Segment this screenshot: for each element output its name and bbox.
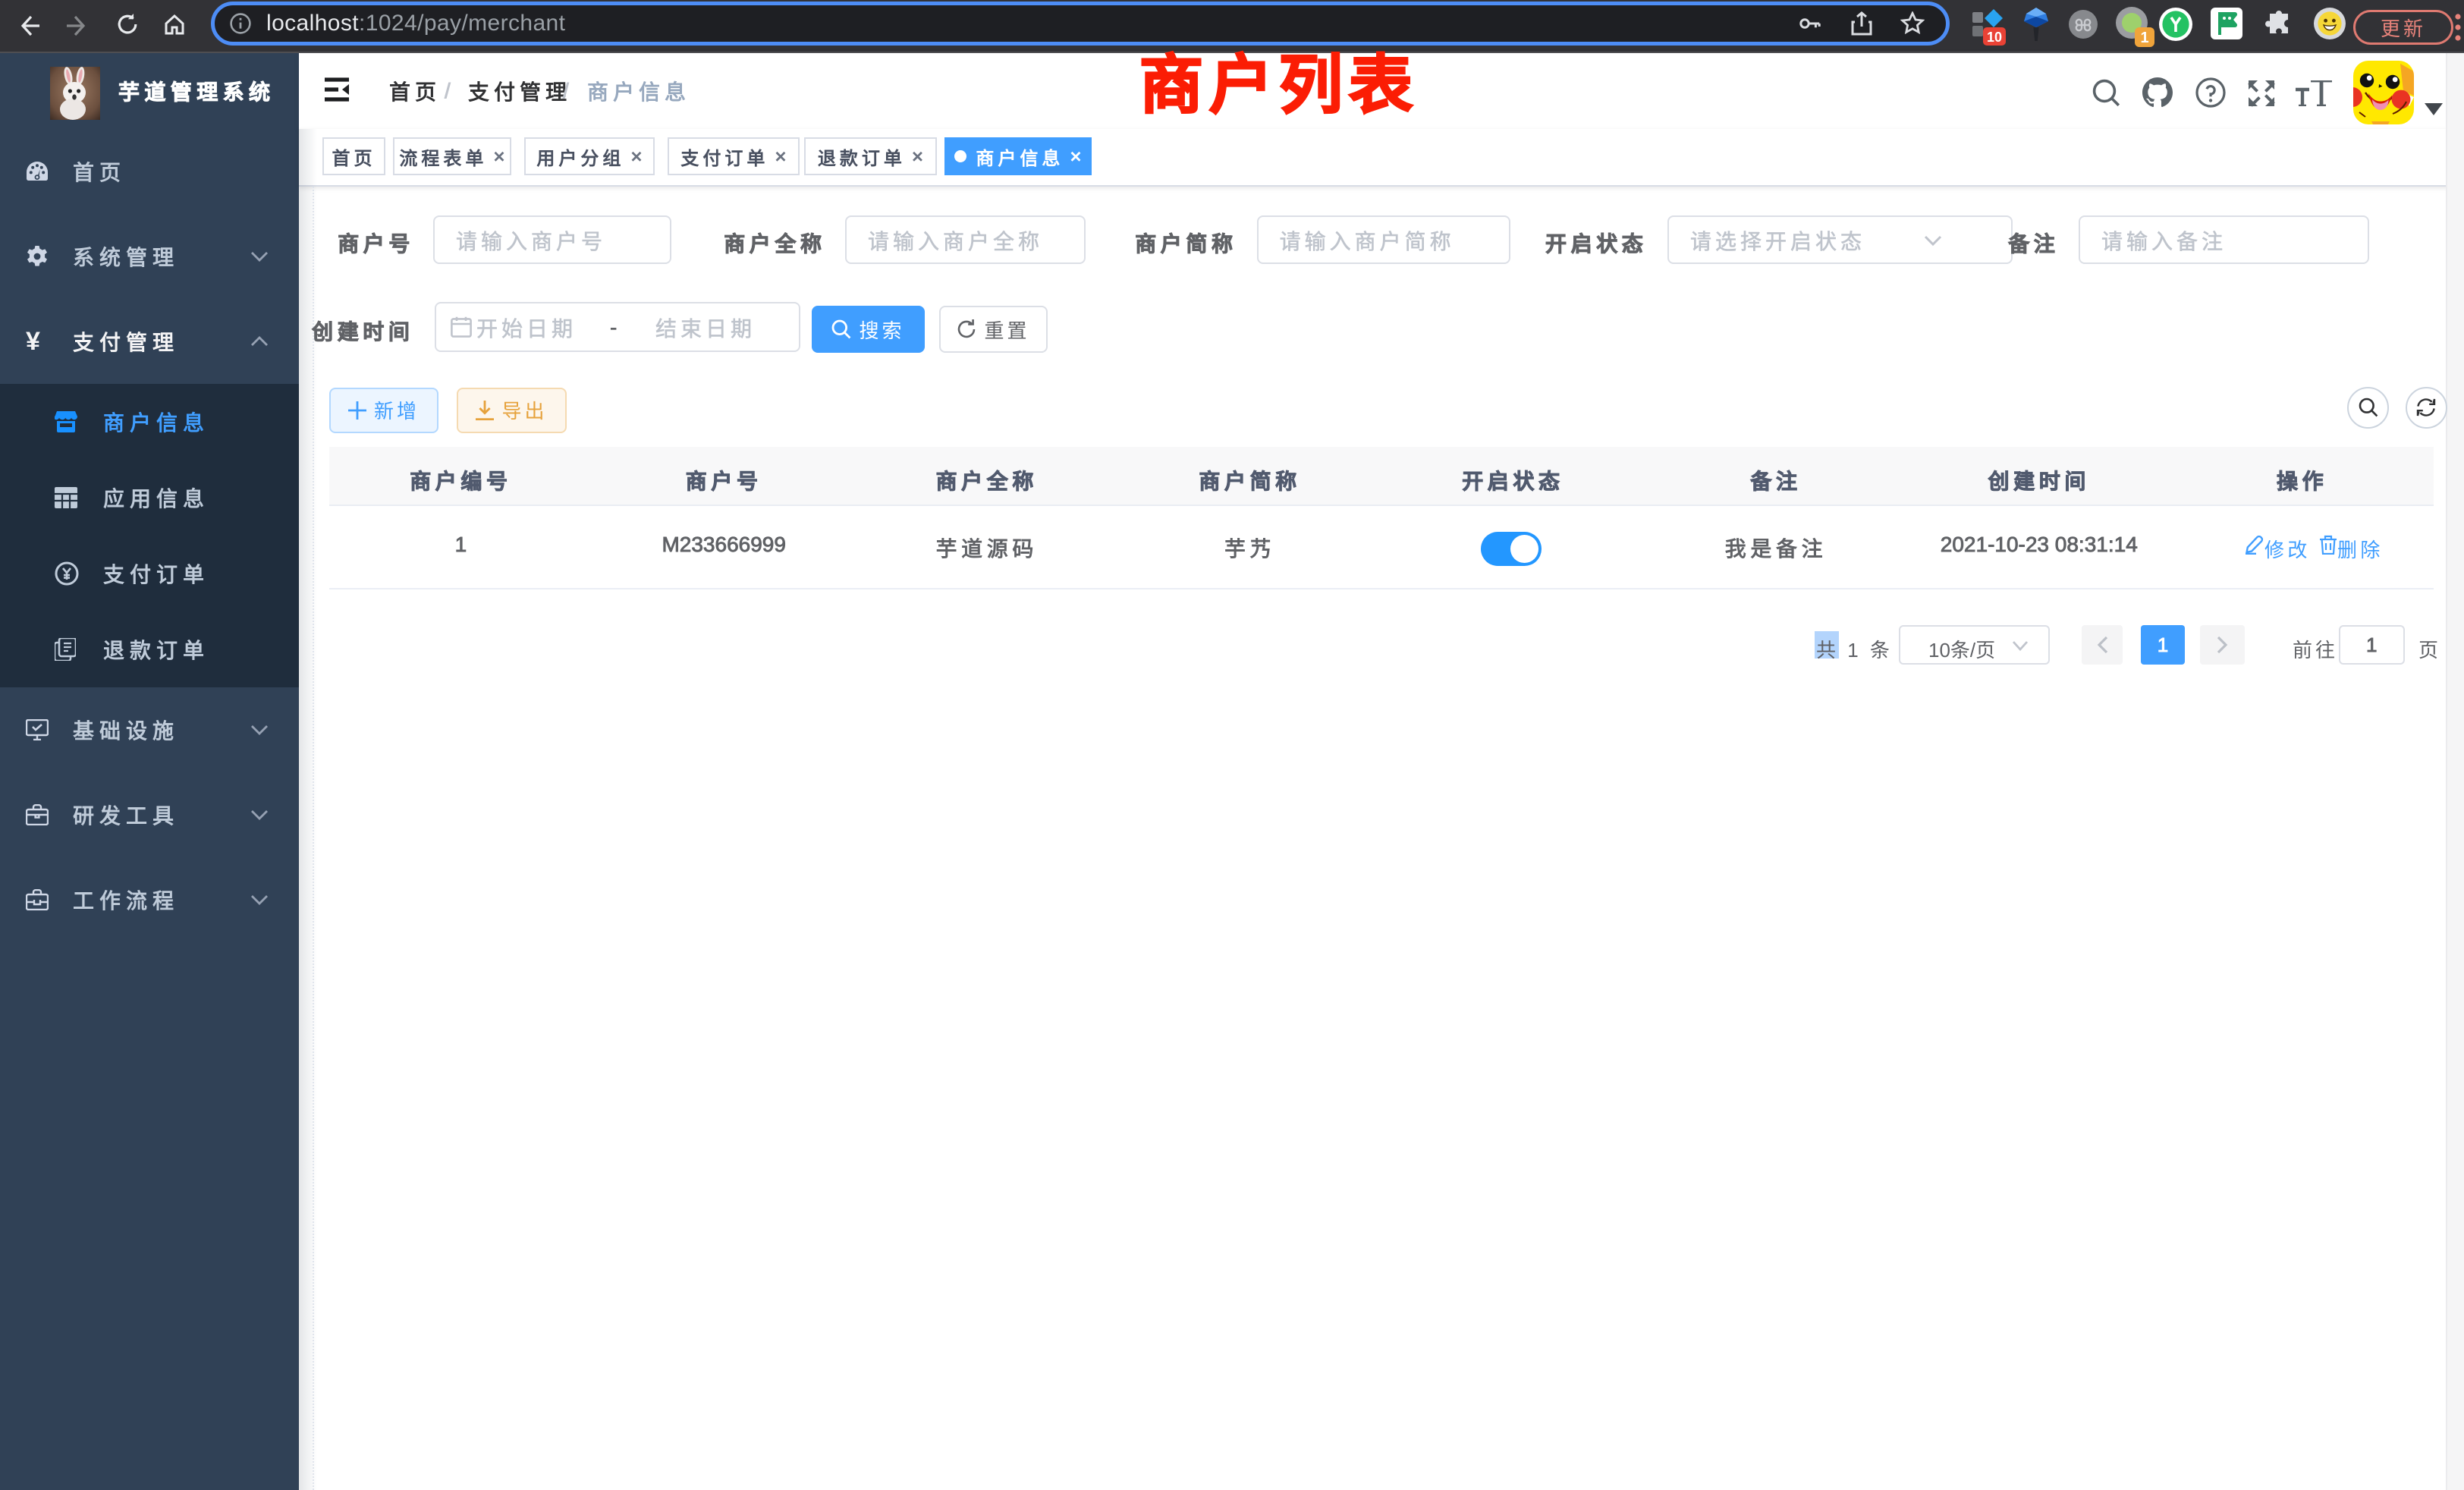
svg-text:1: 1	[2140, 30, 2148, 46]
svg-text:10: 10	[1987, 30, 2002, 45]
